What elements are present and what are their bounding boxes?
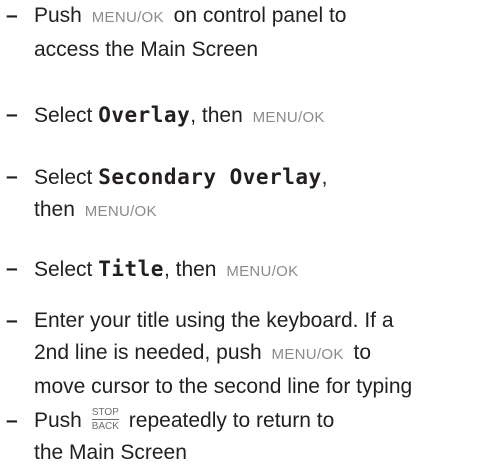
step-select-title: – Select Title, then MENU/OK <box>6 253 476 288</box>
step-text: access the Main Screen <box>34 38 259 61</box>
bullet-dash: – <box>6 4 18 27</box>
menu-ok-key-label: MENU/OK <box>271 346 344 363</box>
step-text: Select <box>34 258 93 281</box>
step-push-stop-back: – Push STOP BACK repeatedly to return to… <box>6 405 476 469</box>
step-text: then <box>34 198 75 221</box>
step-enter-title: – Enter your title using the keyboard. I… <box>6 305 476 403</box>
step-text: the Main Screen <box>34 441 187 464</box>
step-text: Push <box>34 409 82 432</box>
menu-item-overlay: Overlay <box>98 103 191 127</box>
bullet-dash: – <box>6 409 18 432</box>
menu-item-secondary-overlay: Secondary Overlay <box>98 165 322 189</box>
menu-ok-key-label: MENU/OK <box>226 263 299 280</box>
step-push-menu-ok: – Push MENU/OK on control panel to acces… <box>6 0 476 66</box>
menu-ok-key-label: MENU/OK <box>91 9 164 26</box>
stop-back-key-icon: STOP BACK <box>91 406 119 432</box>
step-text: to <box>353 341 371 364</box>
step-select-overlay: – Select Overlay, then MENU/OK <box>6 99 476 134</box>
step-text: , then <box>163 258 217 281</box>
step-text: 2nd line is needed, push <box>34 341 262 364</box>
step-text: on control panel to <box>173 4 347 27</box>
bullet-dash: – <box>6 257 18 280</box>
step-select-secondary-overlay: – Select Secondary Overlay, then MENU/OK <box>6 161 476 228</box>
step-text: , <box>321 166 328 189</box>
bullet-dash: – <box>6 309 18 332</box>
menu-ok-key-label: MENU/OK <box>252 109 325 126</box>
menu-ok-key-label: MENU/OK <box>84 203 157 220</box>
menu-item-title: Title <box>98 257 164 281</box>
step-text: Select <box>34 104 93 127</box>
step-text: Select <box>34 166 93 189</box>
stop-key-label: STOP <box>91 406 119 420</box>
bullet-dash: – <box>6 165 18 188</box>
back-key-label: BACK <box>91 420 119 432</box>
bullet-dash: – <box>6 103 18 126</box>
step-text: move cursor to the second line for typin… <box>34 375 413 398</box>
step-text: Push <box>34 4 82 27</box>
step-text: repeatedly to return to <box>128 409 335 432</box>
step-text: Enter your title using the keyboard. If … <box>34 309 394 332</box>
step-text: , then <box>190 104 243 127</box>
